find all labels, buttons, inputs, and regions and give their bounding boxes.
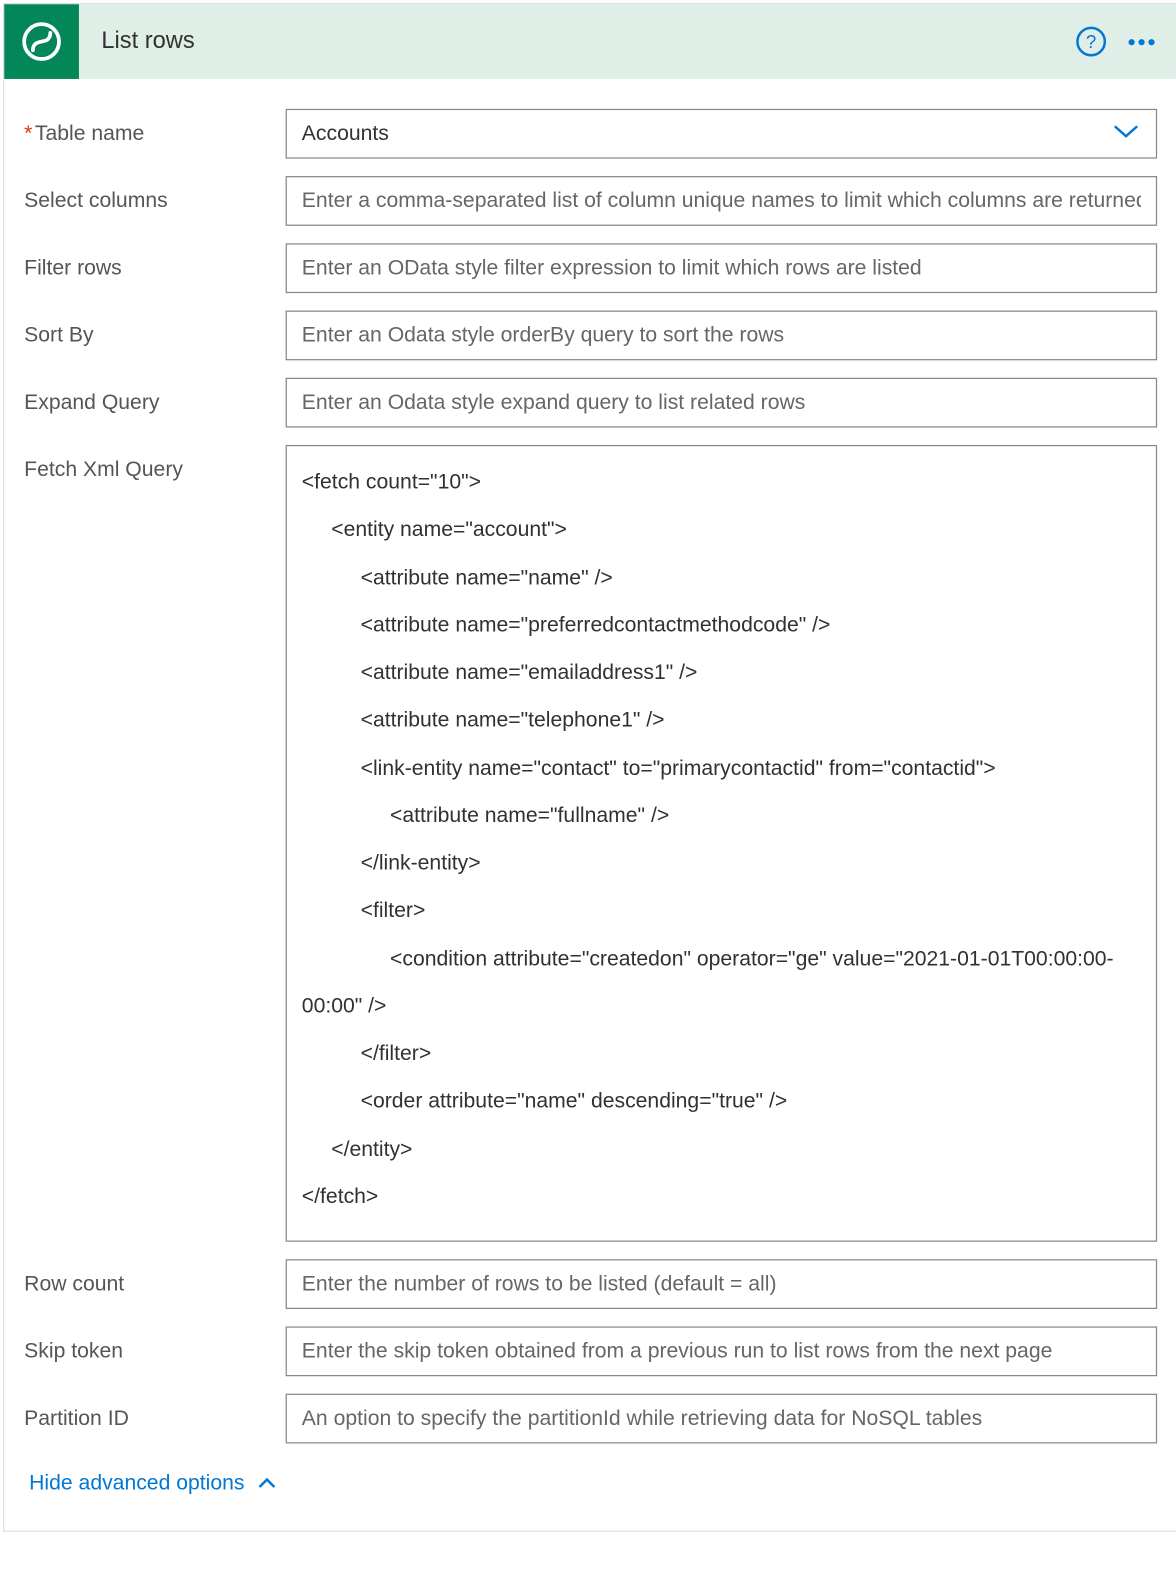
skip-token-input[interactable] — [286, 1326, 1158, 1376]
row-count-input[interactable] — [286, 1259, 1158, 1309]
label-table-name: *Table name — [24, 109, 285, 146]
table-name-select[interactable]: Accounts — [286, 109, 1158, 159]
row-fetch-xml-query: Fetch Xml Query <fetch count="10"> <enti… — [24, 445, 1157, 1242]
label-filter-rows: Filter rows — [24, 243, 285, 280]
row-table-name: *Table name Accounts — [24, 109, 1157, 159]
card-header: List rows ? — [4, 4, 1176, 79]
card-title: List rows — [79, 28, 1076, 55]
help-icon[interactable]: ? — [1076, 27, 1106, 57]
label-expand-query: Expand Query — [24, 378, 285, 415]
chevron-up-icon — [257, 1471, 277, 1496]
row-row-count: Row count — [24, 1259, 1157, 1309]
toggle-label: Hide advanced options — [29, 1471, 244, 1496]
action-card: List rows ? *Table name Accounts Select … — [3, 3, 1176, 1532]
label-sort-by: Sort By — [24, 311, 285, 348]
dataverse-icon — [4, 4, 79, 79]
row-skip-token: Skip token — [24, 1326, 1157, 1376]
more-icon[interactable] — [1128, 38, 1154, 44]
filter-rows-input[interactable] — [286, 243, 1158, 293]
form-body: *Table name Accounts Select columns Filt… — [4, 79, 1176, 1531]
row-filter-rows: Filter rows — [24, 243, 1157, 293]
fetch-xml-query-input[interactable]: <fetch count="10"> <entity name="account… — [286, 445, 1158, 1242]
label-fetch-xml-query: Fetch Xml Query — [24, 445, 285, 482]
label-row-count: Row count — [24, 1259, 285, 1296]
expand-query-input[interactable] — [286, 378, 1158, 428]
label-skip-token: Skip token — [24, 1326, 285, 1363]
advanced-options-toggle[interactable]: Hide advanced options — [24, 1443, 1157, 1505]
row-partition-id: Partition ID — [24, 1394, 1157, 1444]
label-select-columns: Select columns — [24, 176, 285, 213]
sort-by-input[interactable] — [286, 311, 1158, 361]
row-select-columns: Select columns — [24, 176, 1157, 226]
row-expand-query: Expand Query — [24, 378, 1157, 428]
label-partition-id: Partition ID — [24, 1394, 285, 1431]
partition-id-input[interactable] — [286, 1394, 1158, 1444]
select-columns-input[interactable] — [286, 176, 1158, 226]
row-sort-by: Sort By — [24, 311, 1157, 361]
